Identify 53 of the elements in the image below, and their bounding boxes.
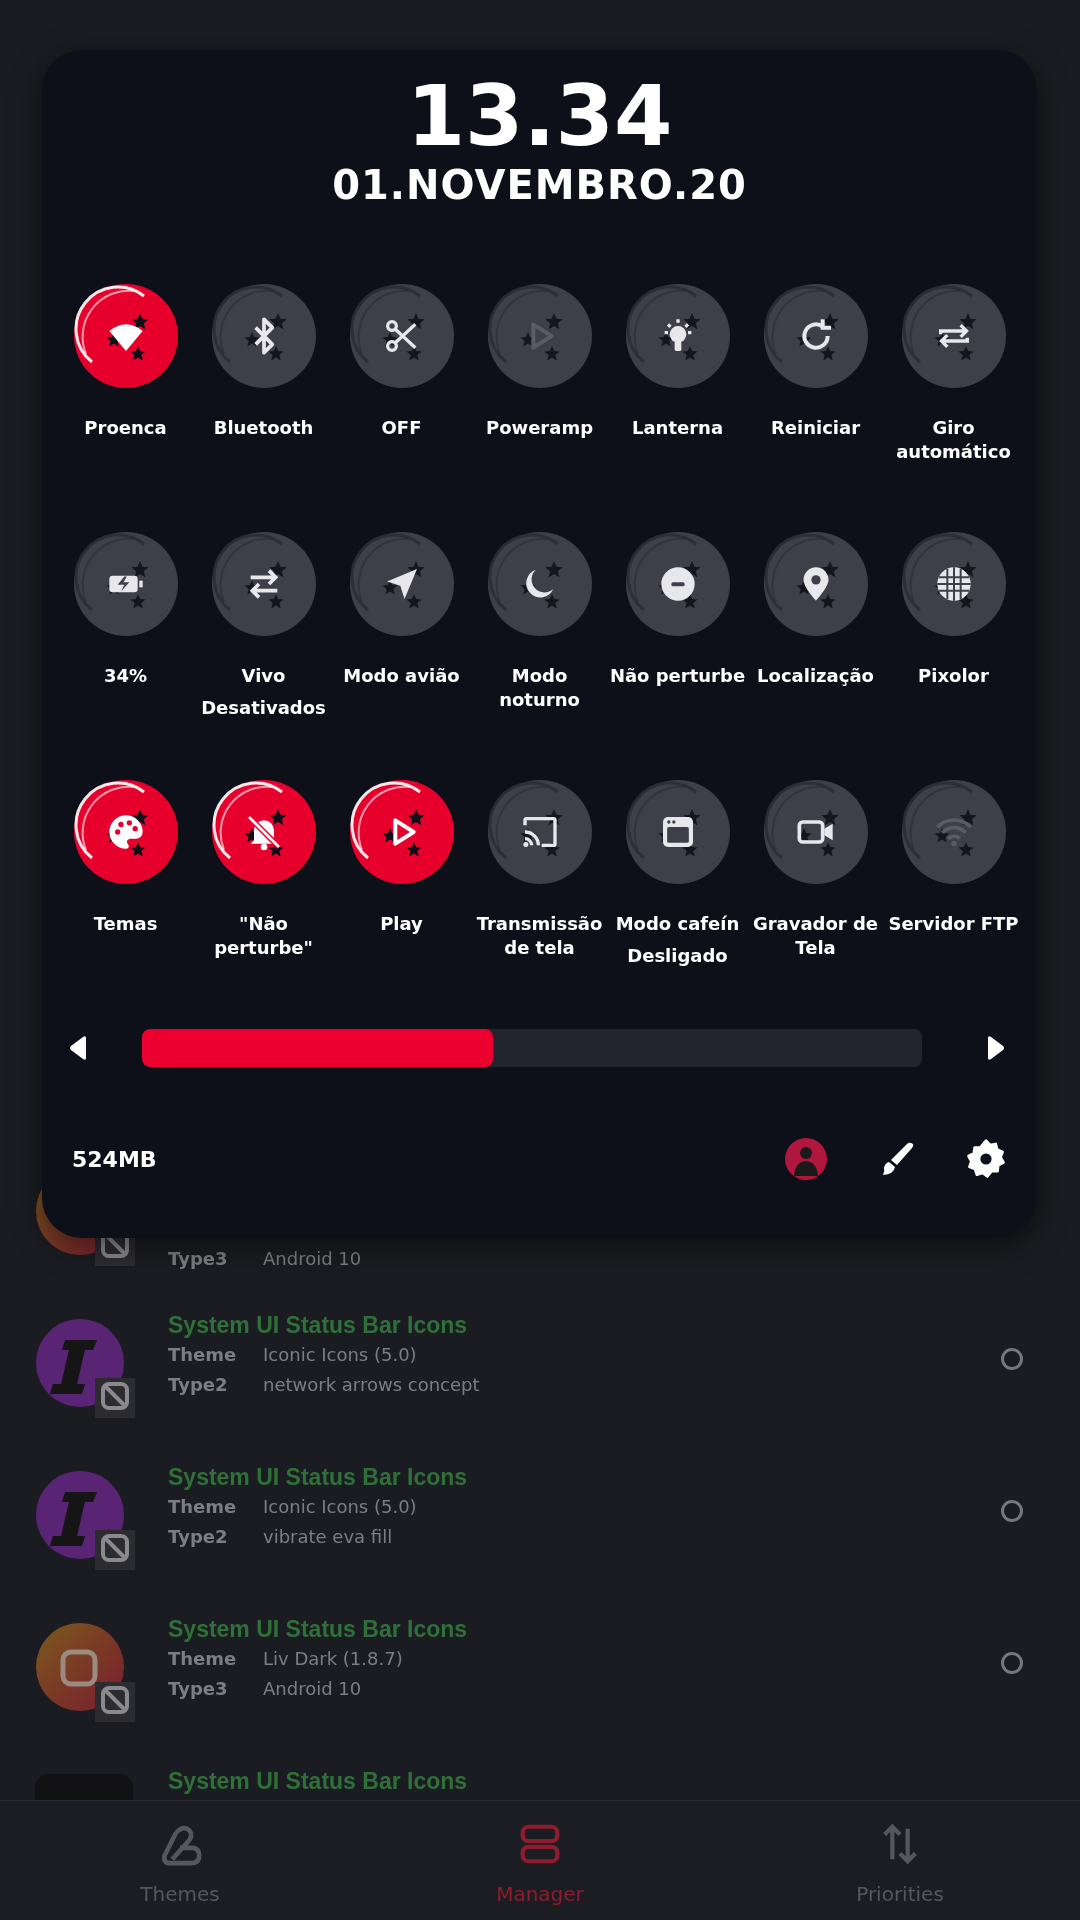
row-value: Android 10 — [263, 1247, 362, 1271]
toggle-label: Gravador de Tela — [751, 912, 880, 960]
toggle-label: Giro automático — [895, 416, 1012, 464]
theme-title: System UI Status Bar Icons — [168, 1767, 468, 1796]
toggle-label: Modo cafeín — [614, 912, 741, 936]
toggle-label: Modo noturno — [498, 664, 581, 712]
toggle-status: Desligado — [627, 944, 728, 968]
toggle-label: "Não perturbe" — [213, 912, 314, 960]
row-value: Android 10 — [263, 1677, 362, 1701]
row-value: Liv Dark (1.8.7) — [263, 1647, 403, 1671]
toggle-label: Pixolor — [917, 664, 990, 688]
toggle-label: Proenca — [83, 416, 168, 440]
row-value: Iconic Icons (5.0) — [263, 1495, 417, 1519]
settings-icon[interactable] — [965, 1138, 1007, 1180]
row-value: Iconic Icons (5.0) — [263, 1343, 417, 1367]
brightness-slider[interactable] — [142, 1029, 922, 1067]
radio-button[interactable] — [1001, 1500, 1023, 1522]
toggle-label: Reiniciar — [769, 416, 862, 440]
row-key: Type3 — [168, 1244, 263, 1274]
nav-tab[interactable]: Manager — [360, 1801, 720, 1920]
toggle-label: 34% — [102, 664, 149, 688]
row-value: vibrate eva fill — [263, 1525, 393, 1549]
theme-title: System UI Status Bar Icons — [168, 1615, 468, 1644]
toggle-label: Bluetooth — [212, 416, 315, 440]
radio-button[interactable] — [1001, 1652, 1023, 1674]
row-key: Theme — [168, 1340, 263, 1370]
nav-tab[interactable]: Priorities — [720, 1801, 1080, 1920]
toggle-label: Servidor FTP — [887, 912, 1020, 936]
toggle-label: Lanterna — [630, 416, 725, 440]
row-value: network arrows concept — [263, 1373, 480, 1397]
avatar-icon[interactable] — [785, 1138, 827, 1180]
toggle-label: Poweramp — [484, 416, 595, 440]
row-key: Type2 — [168, 1522, 263, 1552]
clock-time: 13.34 — [406, 74, 673, 158]
row-key: Type2 — [168, 1370, 263, 1400]
memory-usage: 524MB — [72, 1145, 157, 1174]
row-key: Theme — [168, 1492, 263, 1522]
toggle-label: Temas — [92, 912, 159, 936]
row-key: Theme — [168, 1644, 263, 1674]
toggle-status: Desativados — [201, 696, 326, 720]
radio-button[interactable] — [1001, 1348, 1023, 1370]
clock-date: 01.NOVEMBRO.20 — [332, 162, 747, 208]
toggle-label: OFF — [380, 416, 423, 440]
toggle-label: Não perturbe — [609, 664, 746, 688]
nav-tab[interactable]: Themes — [0, 1801, 360, 1920]
theme-title: System UI Status Bar Icons — [168, 1311, 469, 1340]
toggle-label: Transmissão de tela — [475, 912, 604, 960]
theme-title: System UI Status Bar Icons — [168, 1463, 468, 1492]
toggle-label: Localização — [756, 664, 875, 688]
toggle-label: Vivo — [240, 664, 287, 688]
toggle-label: Play — [379, 912, 424, 936]
row-key: Type3 — [168, 1674, 263, 1704]
toggle-label: Modo avião — [342, 664, 461, 688]
